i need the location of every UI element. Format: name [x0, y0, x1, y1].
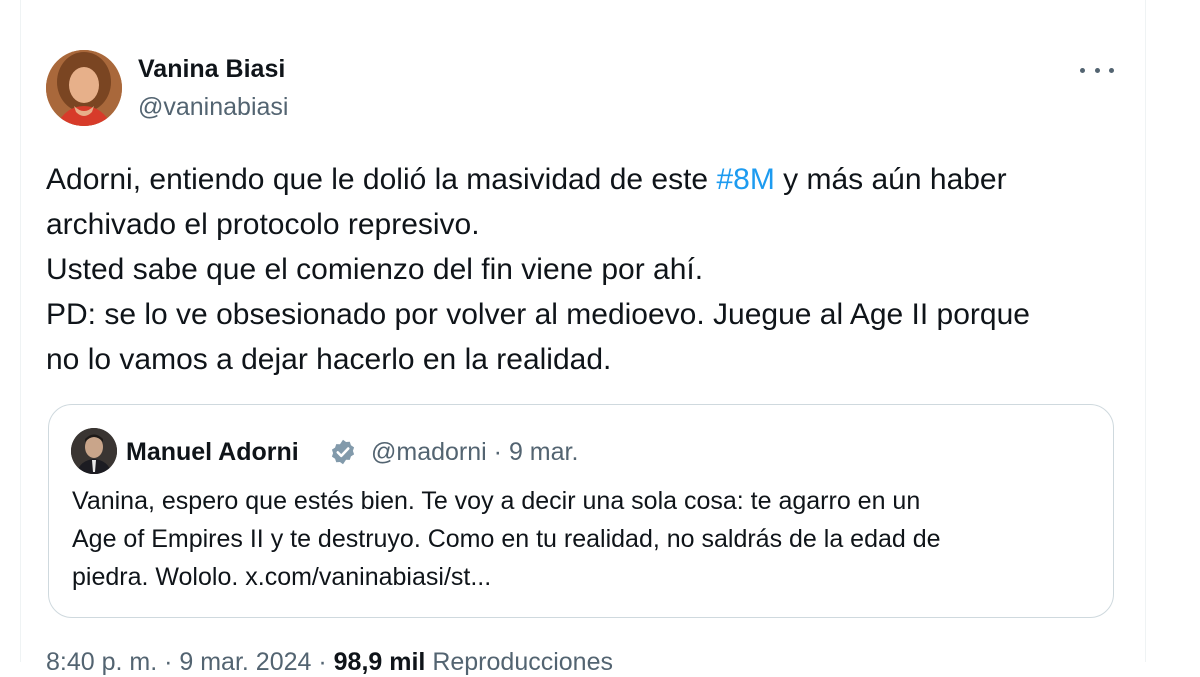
quoted-handle-date: @madorni · 9 mar.: [371, 438, 579, 466]
quoted-line: Vanina, espero que estés bien. Te voy a …: [72, 487, 921, 515]
author-name[interactable]: Vanina Biasi: [138, 55, 285, 84]
hashtag-link[interactable]: #8M: [716, 163, 774, 196]
tweet-line: PD: se lo ve obsesionado por volver al m…: [46, 298, 1030, 331]
tweet-line: Adorni, entiendo que le dolió la masivid…: [46, 163, 1007, 196]
quoted-tweet[interactable]: Manuel Adorni @madorni · 9 mar. Vanina, …: [48, 404, 1114, 618]
tweet-line: archivado el protocolo represivo.: [46, 208, 480, 241]
more-options-button[interactable]: [1080, 55, 1114, 85]
tweet-line: no lo vamos a dejar hacerlo en la realid…: [46, 343, 612, 376]
timestamp[interactable]: 8:40 p. m. · 9 mar. 2024 ·: [46, 648, 334, 676]
author-handle[interactable]: @vaninabiasi: [138, 93, 288, 122]
quoted-author-handle[interactable]: @madorni: [371, 438, 487, 466]
quoted-date[interactable]: 9 mar.: [509, 438, 578, 466]
quoted-text: Vanina, espero que estés bien. Te voy a …: [72, 482, 1092, 596]
quoted-author-avatar[interactable]: [71, 428, 117, 474]
views-count: 98,9 mil: [333, 648, 426, 676]
views-label: Reproducciones: [425, 648, 613, 676]
quoted-line: piedra. Wololo. x.com/vaninabiasi/st...: [72, 563, 492, 591]
more-horizontal-icon: [1080, 67, 1085, 73]
tweet-metadata: 8:40 p. m. · 9 mar. 2024 · 98,9 mil Repr…: [46, 648, 613, 677]
quoted-author-name[interactable]: Manuel Adorni: [126, 438, 299, 467]
quoted-line: Age of Empires II y te destruyo. Como en…: [72, 525, 941, 553]
author-avatar[interactable]: [46, 50, 122, 126]
verified-badge-icon: [329, 438, 357, 466]
tweet-text: Adorni, entiendo que le dolió la masivid…: [46, 157, 1126, 382]
tweet-line: Usted sabe que el comienzo del fin viene…: [46, 253, 704, 286]
